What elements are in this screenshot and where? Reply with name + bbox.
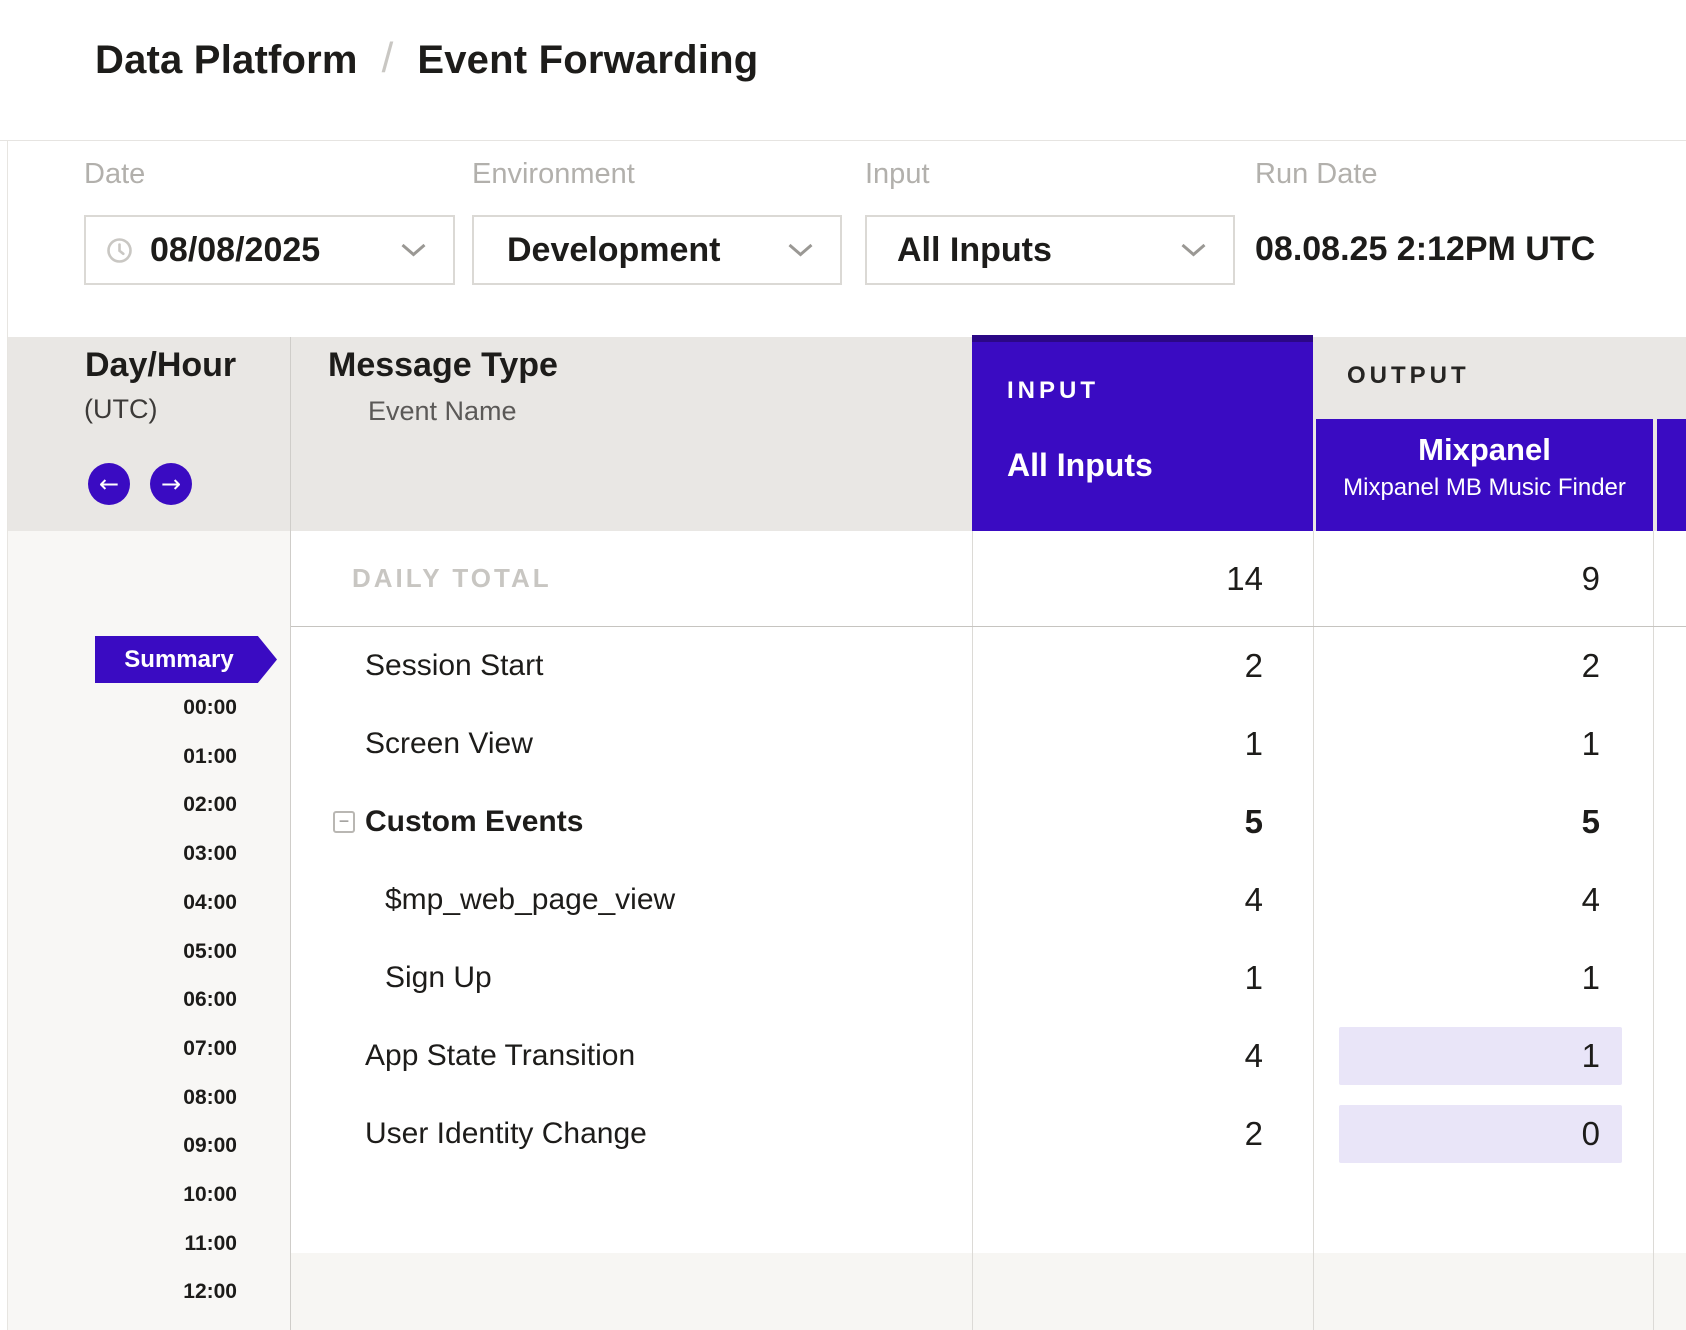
output-count: 4 [1582,861,1600,939]
input-column-accent [972,335,1313,342]
event-name-subtitle: Event Name [368,396,517,427]
input-count: 4 [1245,861,1263,939]
hour-label[interactable]: 11:00 [8,1220,237,1268]
event-name-label: $mp_web_page_view [385,861,675,939]
output-count: 2 [1582,627,1600,705]
chevron-down-icon [787,243,814,258]
output-count: 1 [1582,939,1600,1017]
message-rows: Session Start22Screen View11−Custom Even… [291,627,1686,1173]
output-count: 1 [1582,1017,1600,1095]
hour-label[interactable]: 08:00 [8,1074,237,1122]
hour-label[interactable]: 02:00 [8,781,237,829]
top-bar: Data Platform / Event Forwarding [0,0,1686,140]
next-day-button[interactable]: → [150,463,192,505]
hour-label[interactable]: 12:00 [8,1268,237,1316]
input-section-label: INPUT [1007,377,1099,405]
output-section-label: OUTPUT [1347,362,1470,390]
date-filter-label: Date [84,158,145,191]
daily-total-input-count: 14 [1226,531,1263,626]
event-name-label: App State Transition [365,1017,635,1095]
hour-label[interactable]: 13:00 [8,1317,237,1330]
daily-total-label: DAILY TOTAL [352,531,552,626]
hour-label[interactable]: 03:00 [8,830,237,878]
input-column-header[interactable]: INPUT All Inputs [972,335,1313,531]
hour-label[interactable]: 01:00 [8,733,237,781]
breadcrumb-separator: / [382,34,394,82]
next-output-column-partial [1657,419,1686,531]
input-count: 5 [1245,783,1263,861]
arrow-right-icon: → [161,470,181,498]
daily-total-output-count: 9 [1582,531,1600,626]
event-name-label: Session Start [365,627,543,705]
input-count: 1 [1245,939,1263,1017]
table-row: User Identity Change 2 0 [291,1095,1686,1173]
hour-label[interactable]: 06:00 [8,976,237,1024]
table-row: Screen View 1 1 [291,705,1686,783]
output-count: 1 [1582,705,1600,783]
environment-value: Development [507,231,721,270]
table-row: App State Transition 4 1 [291,1017,1686,1095]
input-count: 2 [1245,1095,1263,1173]
output-column-header-mixpanel[interactable]: Mixpanel Mixpanel MB Music Finder [1316,419,1653,531]
output-name: Mixpanel [1316,432,1653,468]
event-name-label: User Identity Change [365,1095,647,1173]
input-count: 1 [1245,705,1263,783]
chevron-down-icon [1180,243,1207,258]
hour-label[interactable]: 07:00 [8,1025,237,1073]
daily-total-row: DAILY TOTAL 14 9 [291,531,1686,627]
run-date-value: 08.08.25 2:12PM UTC [1255,230,1595,269]
table-row: Sign Up 1 1 [291,939,1686,1017]
date-value: 08/08/2025 [150,231,320,270]
clock-icon [106,237,133,264]
page-title: Event Forwarding [417,38,758,83]
message-type-title: Message Type [328,346,558,385]
chevron-down-icon [400,243,427,258]
previous-day-button[interactable]: ← [88,463,130,505]
output-count: 5 [1582,783,1600,861]
empty-hour-band [291,1253,1686,1330]
input-count: 4 [1245,1017,1263,1095]
event-forwarding-page: Data Platform / Event Forwarding Date En… [0,0,1686,1330]
environment-dropdown[interactable]: Development [472,215,842,285]
header-divider [0,140,1686,141]
output-subname: Mixpanel MB Music Finder [1316,474,1653,502]
input-dropdown[interactable]: All Inputs [865,215,1235,285]
breadcrumb: Data Platform / Event Forwarding [95,36,758,84]
event-name-label: Sign Up [385,939,492,1017]
event-name-label: Custom Events [365,783,583,861]
day-hour-title: Day/Hour [85,346,236,385]
output-cell-highlight [1339,1027,1622,1085]
input-column-name: All Inputs [1007,447,1153,484]
collapse-toggle-icon[interactable]: − [333,811,355,833]
hour-label[interactable]: 09:00 [8,1122,237,1170]
date-dropdown[interactable]: 08/08/2025 [84,215,455,285]
hour-label[interactable]: 10:00 [8,1171,237,1219]
summary-label: Summary [124,646,233,674]
arrow-left-icon: ← [99,470,119,498]
environment-filter-label: Environment [472,158,635,191]
hour-label[interactable]: 05:00 [8,928,237,976]
table-row: $mp_web_page_view 4 4 [291,861,1686,939]
hour-label[interactable]: 04:00 [8,879,237,927]
table-row: Session Start 2 2 [291,627,1686,705]
table-row: −Custom Events 5 5 [291,783,1686,861]
breadcrumb-section[interactable]: Data Platform [95,38,358,83]
input-filter-label: Input [865,158,930,191]
summary-badge[interactable]: Summary [95,636,277,683]
run-date-label: Run Date [1255,158,1378,191]
event-name-label: Screen View [365,705,533,783]
hour-label[interactable]: 00:00 [8,684,237,732]
output-cell-highlight [1339,1105,1622,1163]
input-count: 2 [1245,627,1263,705]
input-value: All Inputs [897,231,1052,270]
output-count: 0 [1582,1095,1600,1173]
day-hour-subtitle: (UTC) [84,394,157,425]
